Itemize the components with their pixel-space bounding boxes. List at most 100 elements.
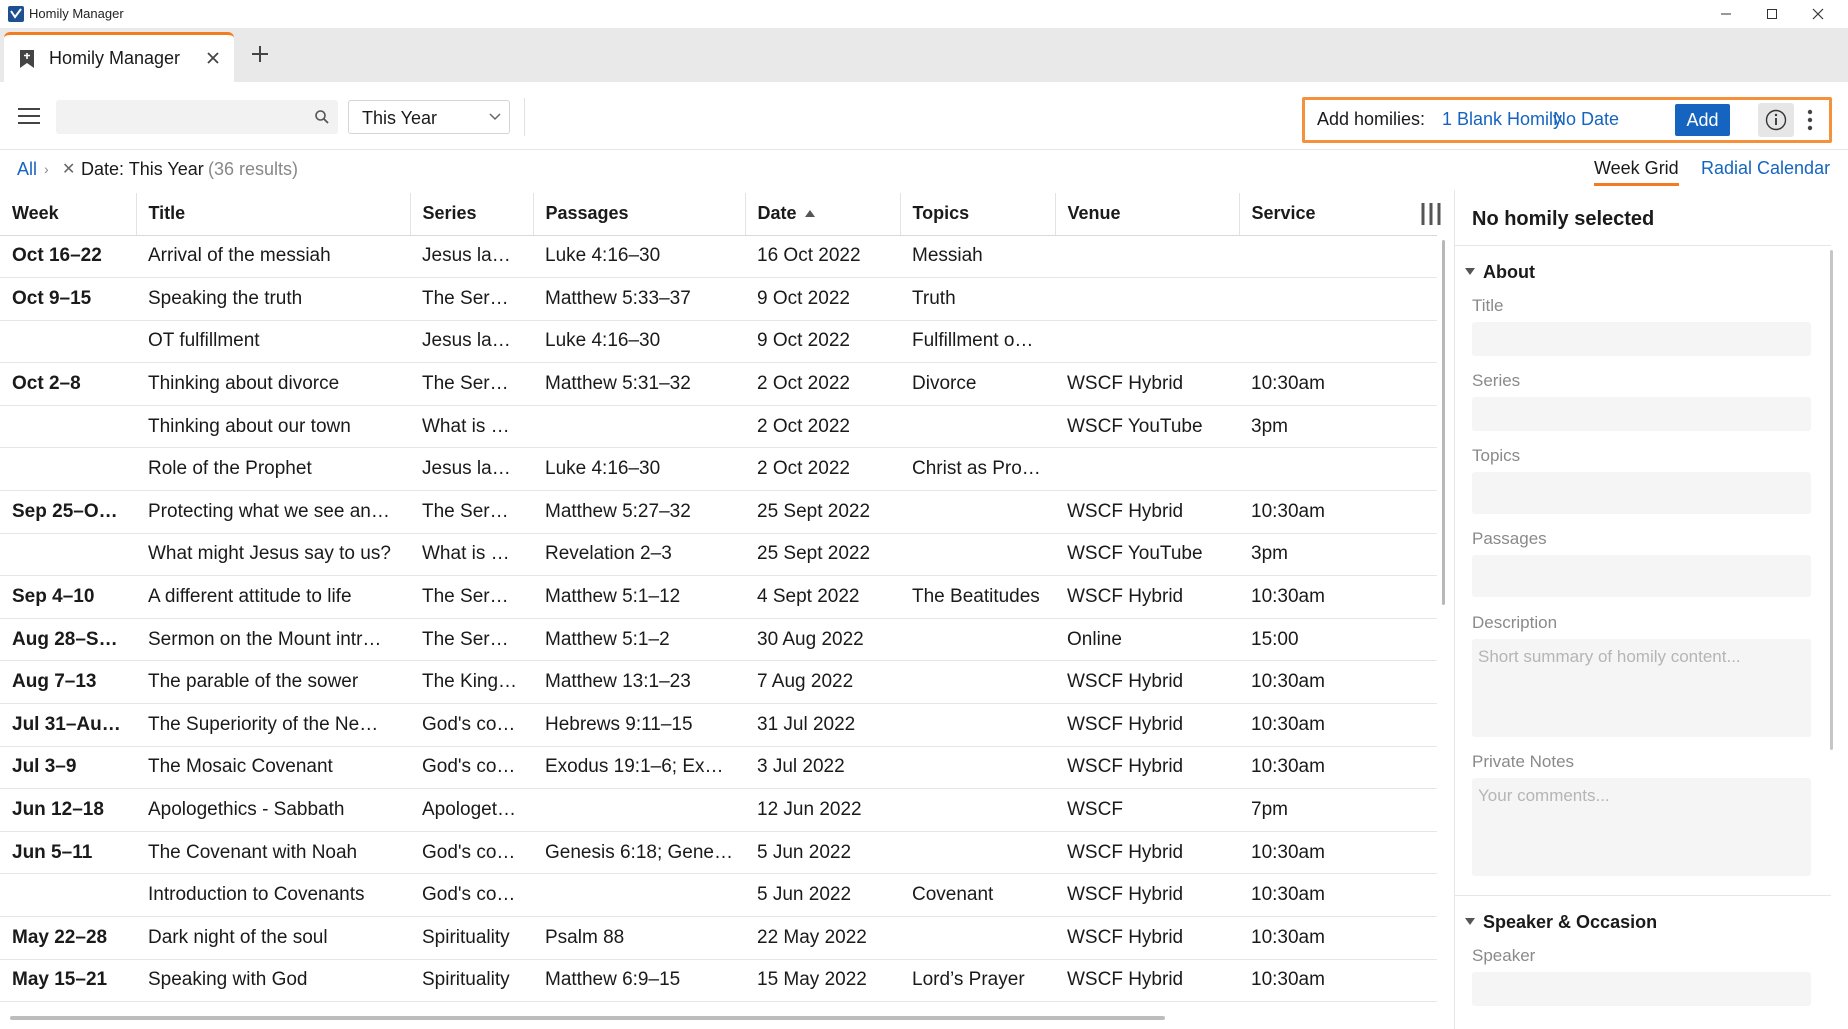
column-header-title[interactable]: Title [136, 193, 411, 236]
plus-icon[interactable] [248, 42, 272, 66]
table-row[interactable]: Introduction to Covenants God's co… 5 Jun … [0, 873, 1437, 917]
cell-service: 10:30am [1239, 873, 1437, 917]
add-button[interactable]: Add [1675, 104, 1730, 136]
cell-title: Speaking with God [136, 959, 410, 1003]
table-row[interactable]: Aug 28–Se… Sermon on the Mount intr… The S… [0, 618, 1437, 662]
passages-field[interactable] [1472, 555, 1811, 597]
filter-bar: All › ✕ Date: This Year (36 results) Wee… [0, 150, 1848, 190]
cell-series: Jesus la… [410, 447, 533, 492]
speaker-field[interactable] [1472, 972, 1811, 1006]
cell-title: The Covenant with Noah [136, 831, 410, 875]
view-radial-calendar[interactable]: Radial Calendar [1701, 158, 1830, 179]
table-vertical-scrollbar[interactable] [1442, 240, 1445, 605]
cell-week: May 15–21 [0, 959, 136, 1003]
add-count-option[interactable]: 1 [1442, 109, 1452, 130]
column-header-series[interactable]: Series [410, 193, 534, 236]
table-row[interactable]: What might Jesus say to us? What is G… Rev… [0, 533, 1437, 577]
cell-date: 2 Oct 2022 [745, 405, 900, 449]
remove-filter-icon[interactable]: ✕ [62, 159, 75, 179]
table-header-row: Week Title Series Passages Date Topics V… [0, 193, 1437, 236]
add-kind-option[interactable]: Blank Homily [1457, 109, 1562, 130]
cell-passages: Revelation 2–3 [533, 533, 745, 577]
cell-title: Introduction to Covenants [136, 873, 410, 917]
section-about[interactable]: About [1465, 262, 1535, 283]
breadcrumb-all[interactable]: All [17, 159, 37, 180]
cell-date: 12 Jun 2022 [745, 788, 900, 832]
cell-title: OT fulfillment [136, 320, 410, 364]
cell-series: Spirituality [410, 916, 533, 960]
add-homilies-panel: Add homilies: 1 Blank Homily No Date Add [1302, 97, 1832, 143]
search-input[interactable] [56, 100, 306, 134]
table-row[interactable]: Jul 31–Aug 6 The Superiority of the Ne… Go… [0, 703, 1437, 747]
cell-passages: Psalm 88 [533, 916, 745, 960]
details-scrollbar[interactable] [1830, 250, 1833, 750]
section-speaker-occasion[interactable]: Speaker & Occasion [1465, 912, 1657, 933]
description-field[interactable] [1472, 639, 1811, 737]
period-select[interactable]: This Year [348, 100, 510, 134]
passages-label: Passages [1472, 529, 1547, 548]
cell-service [1239, 320, 1437, 364]
column-picker-icon[interactable] [1420, 202, 1442, 226]
cell-date: 2 Oct 2022 [745, 362, 900, 406]
tab-homily-manager[interactable]: Homily Manager [4, 32, 234, 82]
search-icon[interactable] [314, 109, 330, 130]
private-notes-field[interactable] [1472, 778, 1811, 876]
table-row[interactable]: OT fulfillment Jesus la… Luke 4:16–30 9 Oct… [0, 320, 1437, 364]
table-row[interactable]: Thinking about our town What is G… 2 Oct 2… [0, 405, 1437, 449]
cell-venue [1055, 447, 1239, 492]
table-row[interactable]: Oct 16–22 Arrival of the messiah Jesus la…… [0, 235, 1437, 279]
column-header-week[interactable]: Week [0, 193, 137, 236]
info-button[interactable] [1758, 103, 1794, 137]
close-icon[interactable] [1795, 0, 1841, 28]
table-row[interactable]: May 15–21 Speaking with God Spirituality Ma… [0, 959, 1437, 1003]
toolbar: This Year Add homilies: 1 Blank Homily N… [0, 82, 1848, 150]
cell-series: God's co… [410, 873, 533, 917]
table-row[interactable]: Jun 5–11 The Covenant with Noah God's co… G… [0, 831, 1437, 875]
column-header-topics[interactable]: Topics [900, 193, 1056, 236]
table-row[interactable]: Sep 4–10 A different attitude to life The … [0, 575, 1437, 619]
add-date-option[interactable]: No Date [1553, 109, 1619, 130]
hamburger-icon[interactable] [18, 107, 40, 125]
table-row[interactable]: Aug 7–13 The parable of the sower The King… [0, 660, 1437, 705]
table-row[interactable]: Oct 9–15 Speaking the truth The Ser… Matthe… [0, 277, 1437, 321]
topics-field[interactable] [1472, 472, 1811, 514]
cell-date: 5 Jun 2022 [745, 873, 900, 917]
title-field[interactable] [1472, 322, 1811, 356]
cell-week: Sep 4–10 [0, 575, 136, 619]
column-header-service[interactable]: Service [1239, 193, 1437, 236]
series-field[interactable] [1472, 397, 1811, 431]
cell-service: 7pm [1239, 788, 1437, 832]
table-row[interactable]: Jun 12–18 Apologethics - Sabbath Apologet…… [0, 788, 1437, 832]
cell-topics [900, 703, 1055, 747]
cell-series: God's co… [410, 831, 533, 875]
table-row[interactable]: Sep 25–O… Protecting what we see an… The S… [0, 490, 1437, 534]
cell-topics [900, 533, 1055, 577]
table-row[interactable]: May 22–28 Dark night of the soul Spiritual… [0, 916, 1437, 960]
more-vertical-icon[interactable] [1802, 106, 1818, 134]
cell-venue: WSCF Hybrid [1055, 873, 1239, 917]
cell-series: The Ser… [410, 575, 533, 619]
table-row[interactable]: Jul 3–9 The Mosaic Covenant God's co… Exodu… [0, 746, 1437, 790]
maximize-icon[interactable] [1749, 0, 1795, 28]
speaker-label: Speaker [1472, 946, 1536, 965]
column-header-venue[interactable]: Venue [1055, 193, 1240, 236]
minimize-icon[interactable] [1703, 0, 1749, 28]
details-divider [1455, 895, 1831, 896]
table-row[interactable]: Role of the Prophet Jesus la… Luke 4:16–30… [0, 447, 1437, 492]
cell-passages: Luke 4:16–30 [533, 320, 745, 364]
cell-week: May 22–28 [0, 916, 136, 960]
column-header-date[interactable]: Date [745, 193, 901, 236]
table-row[interactable]: Oct 2–8 Thinking about divorce The Ser… Mat… [0, 362, 1437, 406]
cell-topics [900, 660, 1055, 705]
cell-week: Jul 31–Aug 6 [0, 703, 136, 747]
column-header-passages[interactable]: Passages [533, 193, 746, 236]
tab-close-icon[interactable] [202, 47, 224, 69]
view-week-grid[interactable]: Week Grid [1594, 158, 1679, 186]
table-horizontal-scrollbar[interactable] [10, 1016, 1165, 1020]
cell-topics: Christ as Pro… [900, 447, 1055, 492]
cell-week [0, 533, 136, 577]
cell-series: What is G… [410, 533, 533, 577]
cell-passages: Luke 4:16–30 [533, 235, 745, 279]
cell-date: 31 Jul 2022 [745, 703, 900, 747]
cell-service: 10:30am [1239, 660, 1437, 705]
